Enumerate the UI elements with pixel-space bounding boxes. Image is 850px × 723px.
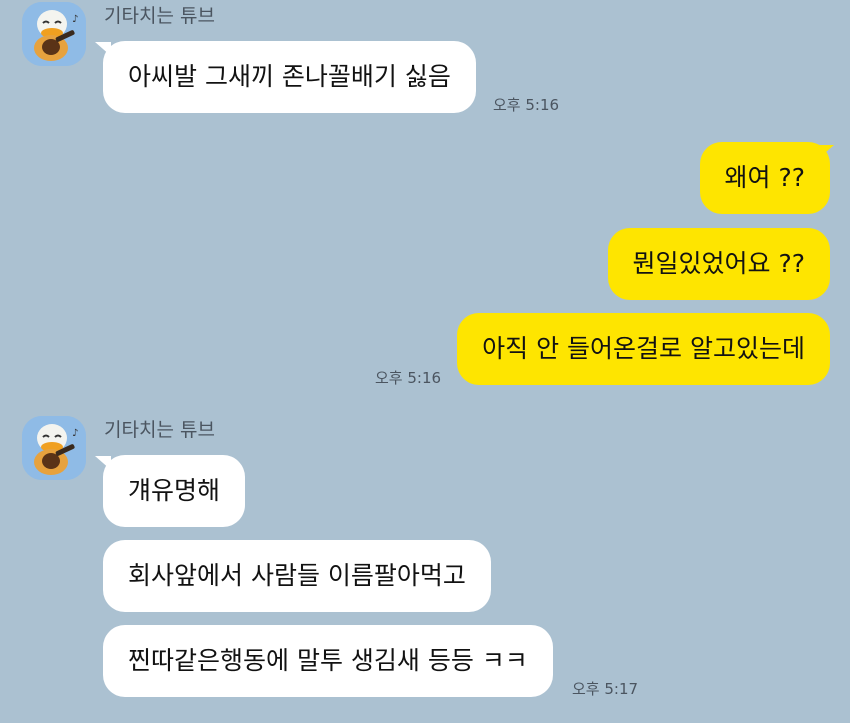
incoming-message-bubble[interactable]: 걔유명해 (103, 455, 246, 527)
outgoing-message-bubble[interactable]: 왜여 ?? (699, 142, 830, 214)
message-time: 오후 5:17 (572, 680, 639, 698)
tube-guitar-character-icon: ♪ (22, 2, 86, 66)
incoming-message-bubble[interactable]: 아씨발 그새끼 존나꼴배기 싫음 (103, 41, 476, 113)
sender-name: 기타치는 튜브 (104, 5, 215, 27)
sender-name: 기타치는 튜브 (104, 419, 215, 441)
outgoing-message-bubble[interactable]: 아직 안 들어온걸로 알고있는데 (457, 313, 830, 385)
incoming-message-bubble[interactable]: 회사앞에서 사람들 이름팔아먹고 (103, 540, 491, 612)
outgoing-message-bubble[interactable]: 뭔일있었어요 ?? (607, 228, 830, 300)
tube-guitar-character-icon: ♪ (22, 416, 86, 480)
message-time: 오후 5:16 (493, 96, 560, 114)
svg-text:♪: ♪ (72, 14, 78, 25)
svg-text:♪: ♪ (72, 428, 78, 439)
message-time: 오후 5:16 (375, 369, 442, 387)
avatar[interactable]: ♪ (22, 2, 86, 66)
incoming-message-bubble[interactable]: 찐따같은행동에 말투 생김새 등등 ㅋㅋ (103, 625, 553, 697)
avatar[interactable]: ♪ (22, 416, 86, 480)
